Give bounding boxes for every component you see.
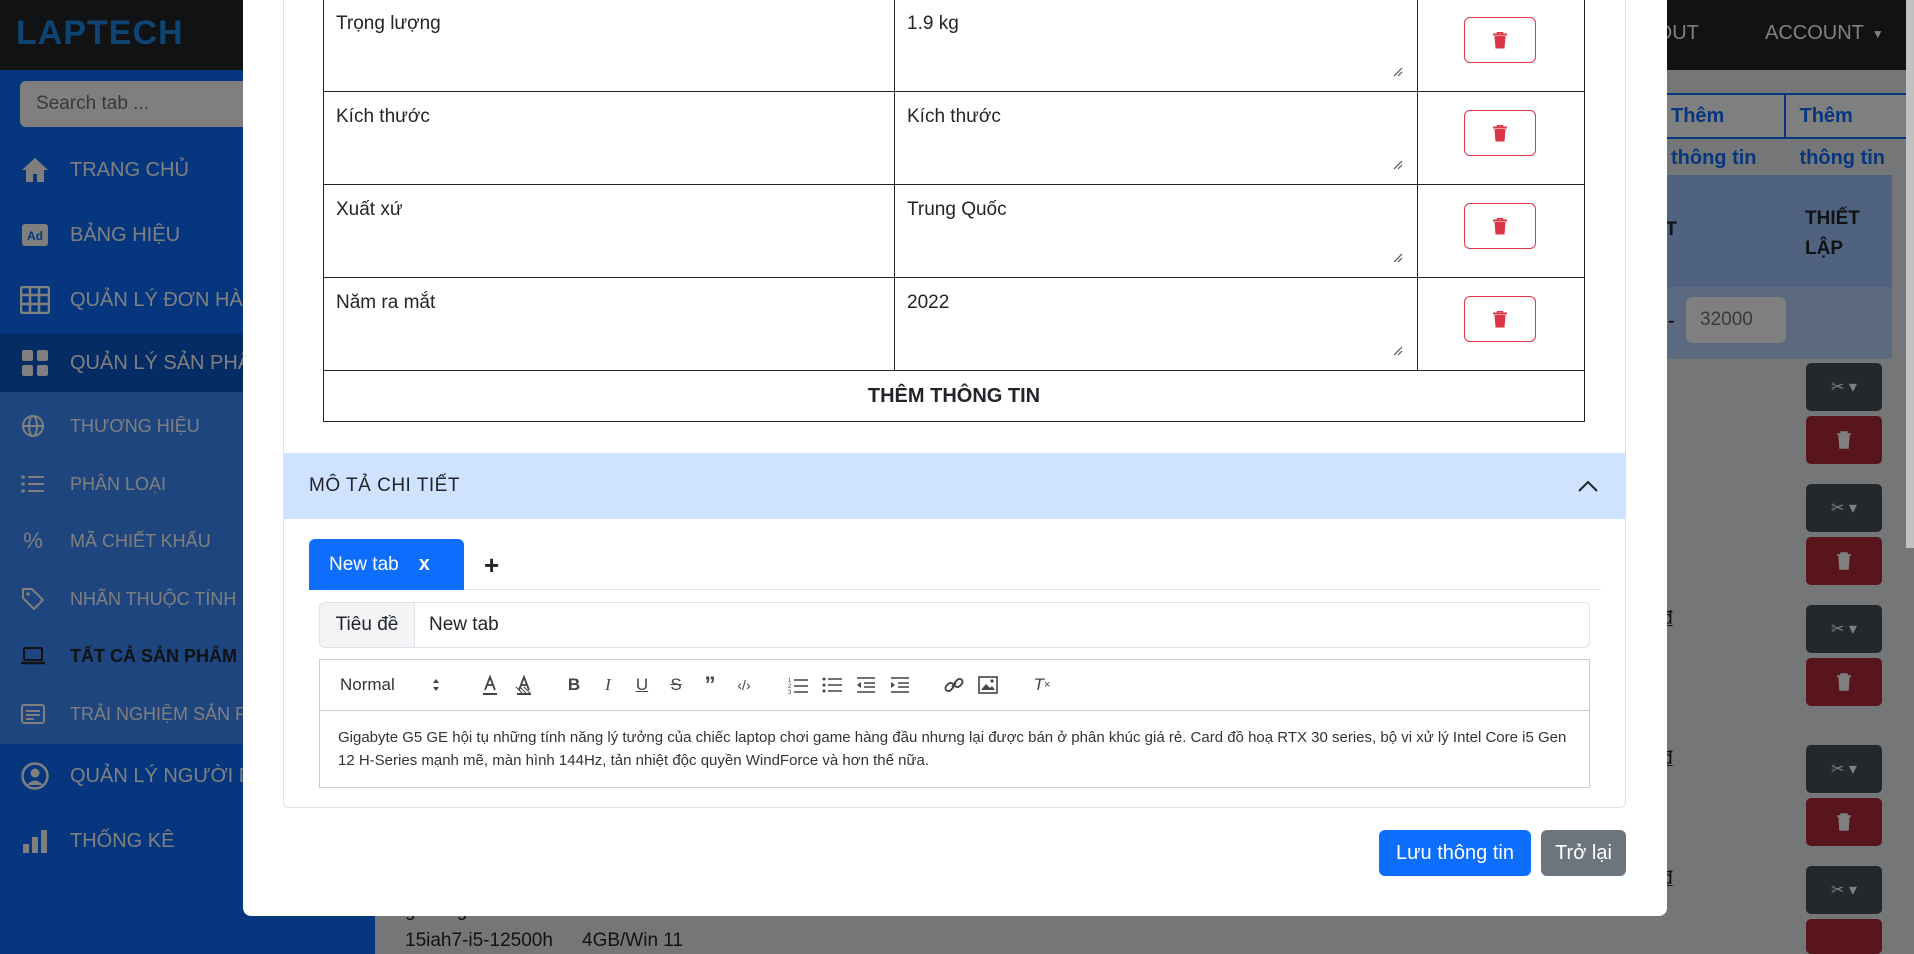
text-color-icon[interactable] (478, 673, 502, 697)
svg-text:3: 3 (788, 690, 792, 694)
spec-label[interactable]: Trọng lượng (323, 0, 895, 92)
resize-handle-icon[interactable] (1391, 251, 1403, 263)
rich-text-editor[interactable]: Gigabyte G5 GE hội tụ những tính năng lý… (319, 710, 1590, 788)
delete-spec-button[interactable] (1464, 17, 1536, 63)
spec-label[interactable]: Kích thước (323, 91, 895, 185)
spec-value: 2022 (907, 292, 950, 313)
outdent-icon[interactable] (854, 673, 878, 697)
delete-spec-button[interactable] (1464, 110, 1536, 156)
strikethrough-icon[interactable]: S (664, 673, 688, 697)
trash-icon (1493, 217, 1507, 234)
editor-toolbar: Normal B I U S ” ‹/› 123 T × (319, 659, 1590, 711)
code-icon[interactable]: ‹/› (732, 673, 756, 697)
tab-title-input[interactable]: New tab (415, 603, 1589, 647)
trash-icon (1493, 124, 1507, 141)
page-scrollbar[interactable] (1906, 0, 1914, 548)
bold-icon[interactable]: B (562, 673, 586, 697)
spec-action-cell (1417, 0, 1585, 92)
updown-icon (433, 679, 439, 691)
indent-icon[interactable] (888, 673, 912, 697)
table-row: Kích thước Kích thước (323, 91, 1585, 185)
blockquote-icon[interactable]: ” (698, 672, 722, 697)
clear-format-icon[interactable]: T × (1030, 673, 1054, 697)
add-spec-row[interactable]: THÊM THÔNG TIN (323, 370, 1585, 422)
resize-handle-icon[interactable] (1391, 65, 1403, 77)
spec-value: 1.9 kg (907, 13, 959, 34)
spec-action-cell (1417, 91, 1585, 185)
delete-spec-button[interactable] (1464, 296, 1536, 342)
save-button[interactable]: Lưu thông tin (1379, 830, 1531, 876)
delete-spec-button[interactable] (1464, 203, 1536, 249)
back-button[interactable]: Trở lại (1541, 830, 1626, 876)
trash-icon (1493, 310, 1507, 327)
trash-icon (1493, 31, 1507, 48)
tab-title-label: Tiêu đề (320, 603, 415, 647)
spec-table: Trọng lượng 1.9 kg Kích thước Kích thước… (323, 0, 1585, 422)
add-spec-button[interactable]: THÊM THÔNG TIN (323, 370, 1585, 422)
spec-action-cell (1417, 277, 1585, 371)
chevron-up-icon (1578, 480, 1598, 492)
format-select-value: Normal (340, 675, 395, 694)
tabs-divider (309, 589, 1601, 590)
link-icon[interactable] (942, 673, 966, 697)
table-row: Trọng lượng 1.9 kg (323, 0, 1585, 92)
background-color-icon[interactable] (512, 673, 536, 697)
description-accordion-header[interactable]: MÔ TẢ CHI TIẾT (283, 453, 1625, 519)
tab-new-tab[interactable]: New tab x (309, 539, 464, 590)
spec-label[interactable]: Năm ra mắt (323, 277, 895, 371)
spec-label[interactable]: Xuất xứ (323, 184, 895, 278)
tab-label: New tab (329, 553, 399, 575)
resize-handle-icon[interactable] (1391, 344, 1403, 356)
spec-value: Trung Quốc (907, 199, 1007, 220)
italic-icon[interactable]: I (596, 673, 620, 697)
spec-action-cell (1417, 184, 1585, 278)
resize-handle-icon[interactable] (1391, 158, 1403, 170)
table-row: Xuất xứ Trung Quốc (323, 184, 1585, 278)
add-tab-button[interactable]: + (484, 550, 499, 581)
spec-value-textarea[interactable]: 1.9 kg (894, 0, 1418, 92)
spec-value-textarea[interactable]: Trung Quốc (894, 184, 1418, 278)
spec-value: Kích thước (907, 106, 1001, 127)
tab-title-group: Tiêu đề New tab (319, 602, 1590, 648)
ordered-list-icon[interactable]: 123 (786, 673, 810, 697)
spec-value-textarea[interactable]: Kích thước (894, 91, 1418, 185)
spec-value-textarea[interactable]: 2022 (894, 277, 1418, 371)
underline-icon[interactable]: U (630, 673, 654, 697)
accordion-title: MÔ TẢ CHI TIẾT (309, 475, 460, 496)
format-select[interactable]: Normal (340, 673, 440, 697)
table-row: Năm ra mắt 2022 (323, 277, 1585, 371)
close-tab-icon[interactable]: x (419, 553, 430, 576)
bullet-list-icon[interactable] (820, 673, 844, 697)
image-icon[interactable] (976, 673, 1000, 697)
